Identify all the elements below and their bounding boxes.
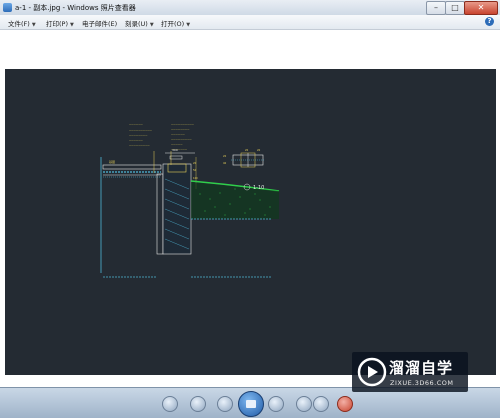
svg-text:——————: —————— <box>129 123 143 126</box>
menu-open[interactable]: 打开(O) ▼ <box>161 18 190 28</box>
slideshow-icon[interactable] <box>238 391 264 417</box>
svg-text:100: 100 <box>193 176 198 180</box>
maximize-button[interactable]: □ <box>445 1 465 15</box>
rotate-left-icon[interactable] <box>296 396 312 412</box>
title-bar: a-1 - 副本.jpg - Windows 照片查看器 – □ ✕ <box>0 0 500 16</box>
window-title: a-1 - 副本.jpg - Windows 照片查看器 <box>15 4 136 12</box>
svg-text:20: 20 <box>257 148 261 152</box>
menu-email-label: 电子邮件(E) <box>82 20 118 28</box>
slideshow-glyph <box>246 400 256 408</box>
cad-section-drawing: 基层 300 2050100 —————— —————————— ———————… <box>100 123 280 278</box>
menu-file[interactable]: 文件(F) ▼ <box>8 18 36 28</box>
svg-text:——————————: —————————— <box>129 129 153 132</box>
menu-print[interactable]: 打印(P) ▼ <box>46 18 74 28</box>
delete-icon[interactable] <box>337 396 353 412</box>
svg-text:———————: ——————— <box>171 148 188 151</box>
section-label: 1-10 <box>253 185 264 191</box>
svg-text:————————: ———————— <box>129 134 148 137</box>
close-button[interactable]: ✕ <box>464 1 498 15</box>
svg-text:————————: ———————— <box>171 128 190 131</box>
photo-viewer-icon <box>3 3 12 12</box>
watermark: 溜溜自学 ZIXUE.3D66.COM <box>352 352 468 392</box>
svg-text:40: 40 <box>223 161 227 165</box>
menu-burn-label: 刻录(U) <box>125 20 148 28</box>
menu-print-label: 打印(P) <box>46 20 68 28</box>
watermark-logo-icon <box>357 357 387 387</box>
menu-email[interactable]: 电子邮件(E) <box>82 18 117 28</box>
svg-text:20: 20 <box>245 148 249 152</box>
help-icon[interactable]: ? <box>485 17 494 26</box>
svg-text:基层: 基层 <box>109 159 115 164</box>
svg-text:—————————: ————————— <box>171 138 192 141</box>
watermark-url: ZIXUE.3D66.COM <box>390 379 454 387</box>
minimize-button[interactable]: – <box>426 1 446 15</box>
svg-text:——————: —————— <box>171 133 185 136</box>
svg-text:—————————: ————————— <box>129 144 150 147</box>
chevron-down-icon: ▼ <box>70 22 74 28</box>
menu-file-label: 文件(F) <box>8 20 30 28</box>
image-viewer-area: 基层 300 20 50 100 —————— —————————— —————… <box>0 30 500 387</box>
next-icon[interactable] <box>268 396 284 412</box>
watermark-brand: 溜溜自学 <box>389 359 454 377</box>
svg-text:——————: —————— <box>129 139 143 142</box>
cad-drawing-image: 基层 300 20 50 100 —————— —————————— —————… <box>5 69 496 375</box>
svg-text:20: 20 <box>223 154 227 158</box>
svg-text:—————: ————— <box>171 143 183 146</box>
chevron-down-icon: ▼ <box>31 22 36 28</box>
chevron-down-icon: ▼ <box>186 22 191 28</box>
menu-open-label: 打开(O) <box>161 20 185 28</box>
svg-text:——————————: —————————— <box>171 123 195 126</box>
previous-icon[interactable] <box>217 396 233 412</box>
menu-bar: 文件(F) ▼ 打印(P) ▼ 电子邮件(E) 刻录(U) ▼ 打开(O) ▼ ? <box>0 15 500 30</box>
actual-size-icon[interactable] <box>190 396 206 412</box>
chevron-down-icon: ▼ <box>149 22 154 28</box>
zoom-icon[interactable] <box>162 396 178 412</box>
menu-burn[interactable]: 刻录(U) ▼ <box>125 18 154 28</box>
rotate-right-icon[interactable] <box>313 396 329 412</box>
